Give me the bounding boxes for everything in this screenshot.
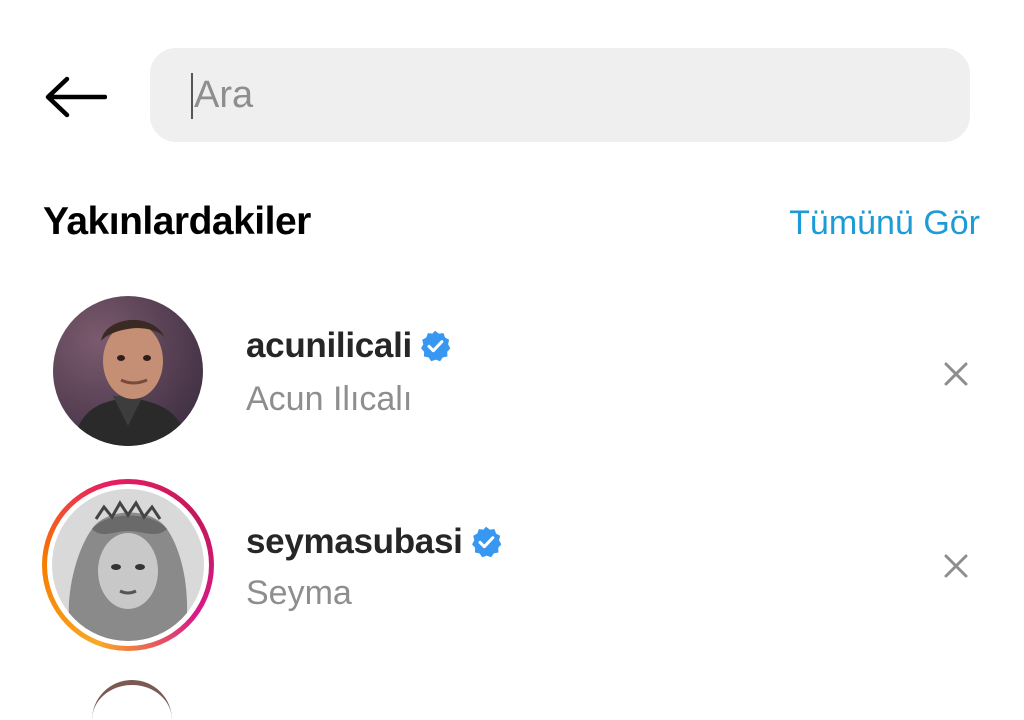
text-caret bbox=[191, 73, 193, 119]
avatar[interactable] bbox=[53, 296, 203, 446]
remove-button[interactable] bbox=[938, 548, 974, 584]
back-button[interactable] bbox=[40, 70, 110, 124]
list-item[interactable]: acunilicali Acun Ilıcalı bbox=[0, 296, 1024, 466]
username[interactable]: acunilicali bbox=[246, 326, 452, 366]
section-title: Yakınlardakiler bbox=[43, 200, 311, 243]
search-bar[interactable] bbox=[150, 48, 970, 142]
search-input[interactable] bbox=[192, 72, 970, 118]
close-icon bbox=[944, 362, 968, 386]
profile-photo bbox=[53, 296, 203, 446]
verified-badge-icon bbox=[421, 330, 451, 362]
avatar bbox=[47, 484, 209, 646]
remove-button[interactable] bbox=[938, 356, 974, 392]
full-name: Acun Ilıcalı bbox=[246, 380, 413, 418]
close-icon bbox=[944, 554, 968, 578]
verified-badge-icon bbox=[471, 526, 501, 558]
see-all-link[interactable]: Tümünü Gör bbox=[789, 204, 980, 243]
list-item[interactable]: seymasubasi Seyma bbox=[0, 479, 1024, 660]
avatar-story-ring[interactable] bbox=[42, 479, 214, 651]
username-text: acunilicali bbox=[246, 326, 412, 365]
profile-photo bbox=[52, 489, 204, 641]
username-text: seymasubasi bbox=[246, 522, 463, 561]
username[interactable]: seymasubasi bbox=[246, 522, 503, 562]
avatar[interactable] bbox=[92, 680, 172, 720]
arrow-left-icon bbox=[45, 76, 107, 118]
full-name: Seyma bbox=[246, 574, 352, 612]
